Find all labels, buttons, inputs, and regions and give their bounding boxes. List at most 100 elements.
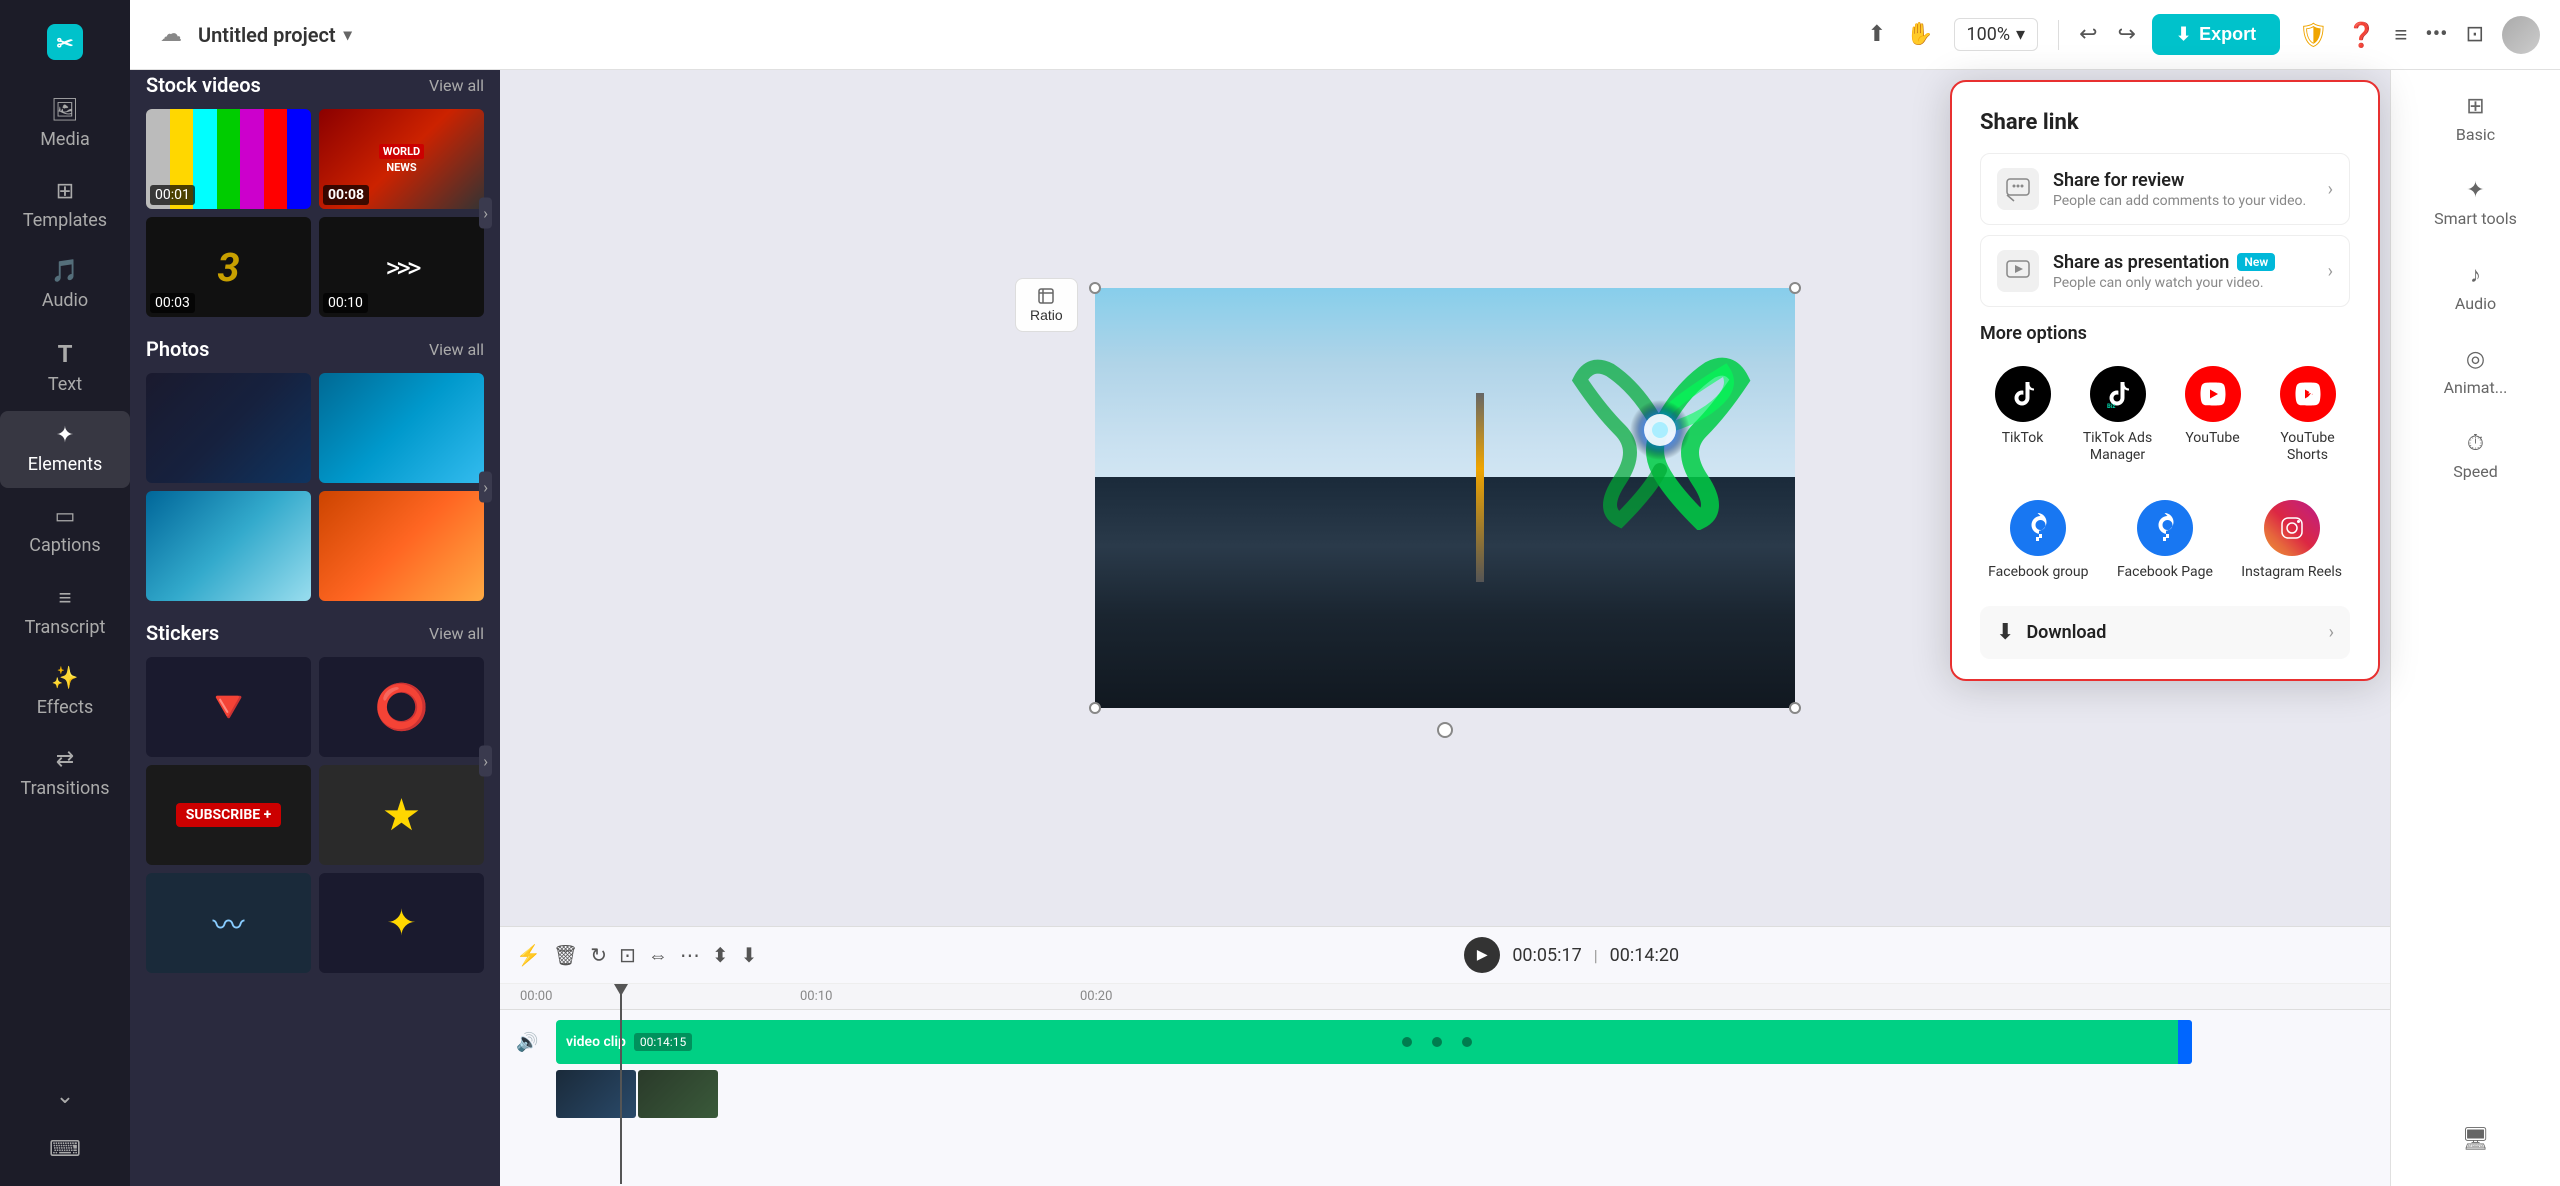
right-item-label: Basic [2456,125,2495,144]
handle-bl[interactable] [1089,702,1101,714]
video-thumb-gold[interactable]: 3 00:03 [146,217,311,317]
sidebar-item-audio[interactable]: 🎵 Audio [0,247,130,324]
split-tool-icon[interactable]: ⚡ [516,943,541,967]
monitor-icon: 🖥 [2462,1127,2490,1152]
platform-tiktok-ads[interactable]: Biz TikTok Ads Manager [2075,356,2160,474]
sticker-thumb-wave[interactable]: 〰 [146,873,311,973]
right-item-monitor[interactable]: 🖥 [2391,1113,2560,1166]
share-title: Share link [1980,110,2350,135]
project-name[interactable]: Untitled project ▾ [198,23,352,47]
instagram-reels-icon [2264,500,2320,556]
expand-stickers-btn[interactable]: › [479,746,492,777]
sticker-thumb-redarrow[interactable]: 🔻 [146,657,311,757]
download-icon: ⬇ [1996,620,2014,645]
swirl-effect [1560,330,1760,530]
rotate-handle[interactable] [1437,722,1453,738]
share-for-review-option[interactable]: Share for review People can add comments… [1980,153,2350,225]
video-thumb-news[interactable]: WORLD NEWS 00:08 [319,109,484,209]
redo-icon[interactable]: ↪ [2118,22,2136,47]
platform-tiktok[interactable]: TikTok [1980,356,2065,474]
sticker-thumb-sparkle[interactable]: ✦ [319,873,484,973]
sticker-thumb-star[interactable]: ★ [319,765,484,865]
right-item-smart-tools[interactable]: ✦ Smart tools [2391,164,2560,242]
avatar[interactable] [2502,16,2540,54]
layout-icon[interactable]: ⊡ [2466,22,2484,47]
delete-tool-icon[interactable]: 🗑 [553,943,578,967]
sidebar-item-elements[interactable]: ✦ Elements [0,411,130,488]
sidebar-item-settings[interactable]: ⌨ [0,1125,130,1174]
photo-thumb-city[interactable] [146,373,311,483]
facebook-page-icon [2137,500,2193,556]
platform-youtube[interactable]: YouTube [2170,356,2255,474]
download-option[interactable]: ⬇ Download › [1980,606,2350,659]
platform-instagram-reels[interactable]: Instagram Reels [2233,490,2350,591]
clip-duration: 00:14:15 [634,1033,692,1051]
share-review-arrow-icon: › [2328,179,2333,200]
photo-thumb-orange[interactable] [319,491,484,601]
video-clip-bar[interactable]: video clip 00:14:15 [556,1020,2192,1064]
download-arrow-icon: › [2329,622,2334,643]
crop-tool-icon[interactable]: ⊡ [619,943,636,967]
platform-facebook-page[interactable]: Facebook Page [2107,490,2224,591]
sidebar-item-templates[interactable]: ⊞ Templates [0,167,130,244]
sidebar-item-captions[interactable]: ▭ Captions [0,492,130,569]
more-tools-icon[interactable]: ⋯ [680,943,700,967]
thumbnail-track [516,1070,2374,1118]
stickers-header: Stickers View all [146,621,484,645]
stickers-title: Stickers [146,621,219,645]
handle-br[interactable] [1789,702,1801,714]
project-chevron-icon: ▾ [344,25,352,44]
sticker-thumb-subscribe[interactable]: SUBSCRIBE + [146,765,311,865]
export-button[interactable]: ⬇ Export [2152,14,2280,55]
share-panel: Share link Share for review People can a… [1950,80,2380,681]
sidebar-item-media[interactable]: 🖼 Media [0,86,130,163]
help-icon[interactable]: ❓ [2347,21,2377,49]
photo-thumb-ocean[interactable] [319,373,484,483]
flip-tool-icon[interactable]: ⇔ [648,943,668,968]
expand-stock-videos-btn[interactable]: › [479,198,492,229]
expand-photos-btn[interactable]: › [479,472,492,503]
handle-tl[interactable] [1089,282,1101,294]
undo-icon[interactable]: ↩ [2079,22,2097,47]
hand-tool-icon[interactable]: ✋ [1906,22,1933,47]
split-v-icon[interactable]: ⬍ [712,943,729,967]
ratio-button[interactable]: Ratio [1015,278,1078,332]
platform-youtube-shorts[interactable]: YouTube Shorts [2265,356,2350,474]
sidebar-item-transcript[interactable]: ≡ Transcript [0,573,130,651]
youtube-label: YouTube [2185,430,2239,447]
loop-tool-icon[interactable]: ↻ [590,943,607,967]
sidebar-item-text[interactable]: T Text [0,328,130,408]
sidebar-item-transitions[interactable]: ⇄ Transitions [0,735,130,812]
right-item-speed[interactable]: ⏱ Speed [2391,417,2560,495]
share-review-icon [1997,168,2039,210]
youtube-icon [2185,366,2241,422]
share-presentation-icon [1997,250,2039,292]
photos-view-all[interactable]: View all [429,340,484,359]
video-thumb-colorbars[interactable]: 00:01 [146,109,311,209]
sidebar-item-collapse[interactable]: ⌄ [0,1072,130,1121]
video-thumb-arrows[interactable]: >>> 00:10 [319,217,484,317]
sticker-thumb-redcircle[interactable]: ⭕ [319,657,484,757]
more-icon[interactable]: ••• [2425,22,2447,47]
select-tool-icon[interactable]: ⬆ [1868,22,1886,47]
photo-thumb-hair[interactable] [146,491,311,601]
zoom-control[interactable]: 100% ▾ [1954,18,2039,51]
share-as-presentation-option[interactable]: Share as presentation New People can onl… [1980,235,2350,307]
list-icon[interactable]: ≡ [2394,22,2407,48]
stock-videos-view-all[interactable]: View all [429,76,484,95]
shield-icon[interactable]: 🛡 [2298,21,2328,49]
volume-icon[interactable]: 🔊 [516,1032,546,1053]
right-item-audio[interactable]: ♪ Audio [2391,248,2560,327]
transcript-icon: ≡ [59,585,72,611]
right-item-basic[interactable]: ⊞ Basic [2391,80,2560,158]
svg-text:✂: ✂ [57,31,74,55]
sidebar-item-effects[interactable]: ✨ Effects [0,654,130,731]
stickers-view-all[interactable]: View all [429,624,484,643]
download-clip-icon[interactable]: ⬇ [741,943,758,967]
right-item-animate[interactable]: ◎ Animat... [2391,333,2560,411]
app-logo[interactable]: ✂ [45,22,85,62]
play-button[interactable]: ▶ [1464,937,1500,973]
youtube-shorts-label: YouTube Shorts [2269,430,2346,464]
platform-facebook-group[interactable]: Facebook group [1980,490,2097,591]
handle-tr[interactable] [1789,282,1801,294]
